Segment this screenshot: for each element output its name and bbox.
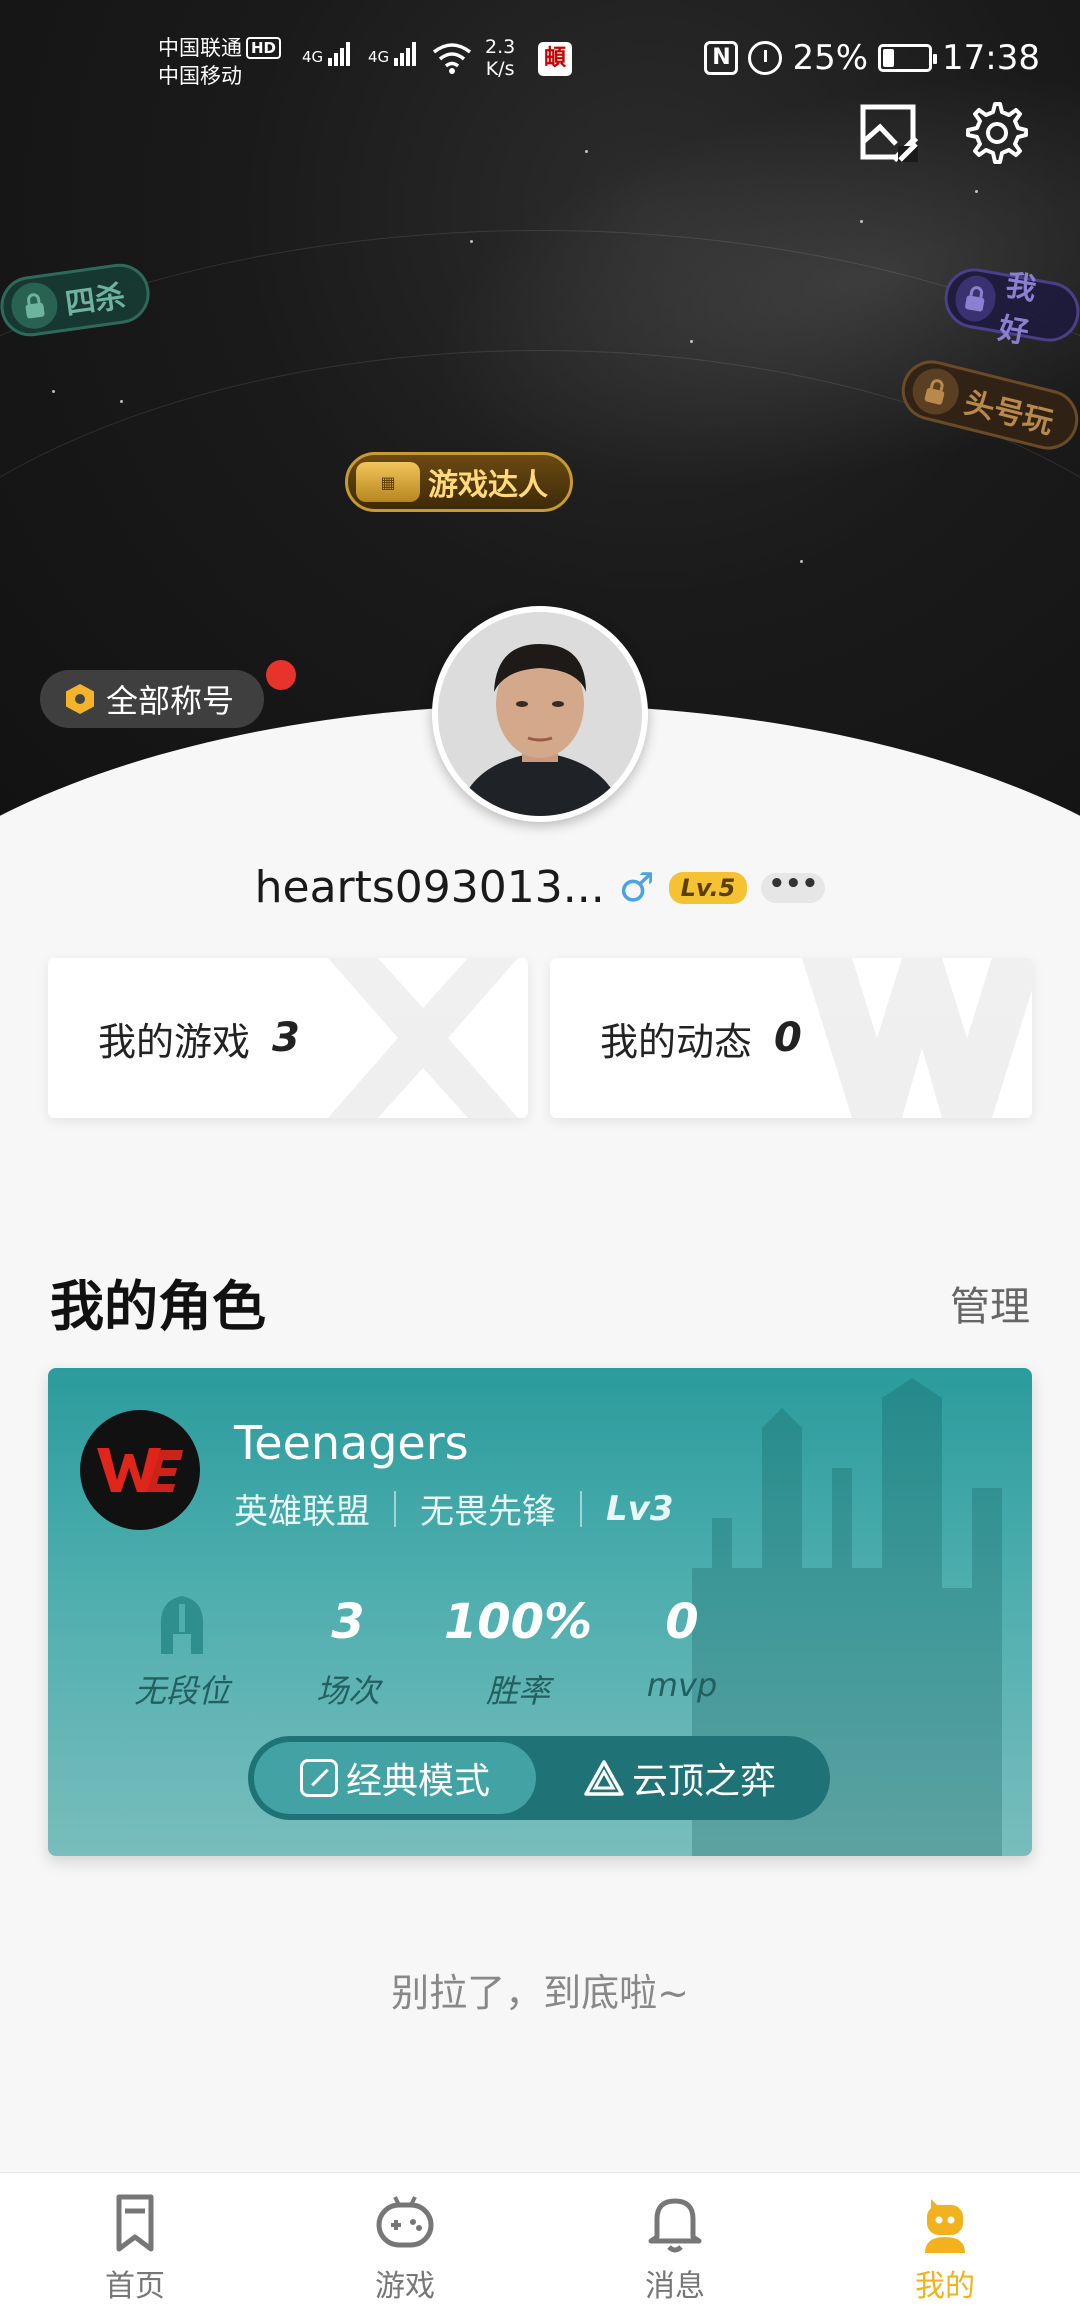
- hexagon-icon: [66, 684, 94, 714]
- male-gender-icon: ♂: [618, 864, 655, 911]
- divider: [580, 1490, 582, 1527]
- signal-icon: 4G: [368, 42, 418, 66]
- lock-icon: [951, 272, 1000, 325]
- badge-label: 游戏达人: [428, 468, 548, 503]
- my-games-label: 我的游戏: [98, 1019, 251, 1064]
- level-badge: Lv.5: [668, 871, 748, 904]
- team-logo: [80, 1410, 200, 1530]
- star: [860, 220, 863, 223]
- username: hearts093013...: [254, 862, 605, 913]
- star: [120, 400, 123, 403]
- tab-home[interactable]: 首页: [0, 2173, 270, 2310]
- w-decoration-icon: [802, 958, 1032, 1118]
- bell-icon: [648, 2198, 702, 2253]
- badge-label: 四杀: [63, 279, 128, 323]
- edit-background-icon[interactable]: [858, 102, 920, 164]
- star: [800, 560, 803, 563]
- signal-icon: 4G: [302, 42, 352, 66]
- star: [470, 240, 473, 243]
- carrier-name: 中国联通: [158, 36, 242, 60]
- tab-label: 首页: [105, 2269, 165, 2304]
- speed-value: 2.3: [485, 36, 516, 58]
- carrier-info: 中国联通 HD 中国移动: [158, 34, 282, 90]
- my-posts-card[interactable]: 我的动态 0: [550, 958, 1032, 1118]
- tab-label: 游戏: [375, 2269, 435, 2304]
- mvp-stat: 0 mvp: [582, 1594, 782, 1704]
- tab-label: 消息: [645, 2269, 705, 2304]
- nfc-icon: N: [704, 41, 739, 75]
- avatar[interactable]: [432, 606, 648, 822]
- classic-mode-tab[interactable]: 经典模式: [254, 1742, 536, 1814]
- star: [690, 340, 693, 343]
- gear-icon[interactable]: [966, 102, 1028, 164]
- classic-mode-icon: [299, 1759, 338, 1797]
- bookmark-icon: [116, 2194, 154, 2252]
- notification-dot: [266, 660, 296, 690]
- role-meta: 英雄联盟 无畏先锋 Lv3: [234, 1484, 674, 1533]
- network-type: 4G: [368, 48, 390, 66]
- lock-icon: [8, 279, 61, 332]
- network-speed: 2.3 K/s: [485, 36, 515, 80]
- gamepad-icon: [376, 2196, 434, 2248]
- role-level: Lv3: [606, 1488, 674, 1529]
- role-name: Teenagers: [234, 1416, 469, 1470]
- badge-label: 头号玩: [960, 385, 1057, 442]
- alarm-icon: [748, 41, 783, 75]
- hd-badge: HD: [246, 37, 282, 59]
- carrier-name: 中国移动: [158, 64, 242, 88]
- manage-button[interactable]: 管理: [950, 1274, 1030, 1332]
- wifi-icon: [432, 42, 472, 78]
- user-info-row: hearts093013... ♂ Lv.5 •••: [0, 862, 1080, 913]
- speed-unit: K/s: [485, 58, 515, 80]
- stat-label: mvp: [646, 1666, 718, 1704]
- tab-messages[interactable]: 消息: [540, 2173, 810, 2310]
- game-name: 英雄联盟: [234, 1492, 370, 1532]
- tft-mode-tab[interactable]: 云顶之弈: [536, 1742, 824, 1814]
- battery-icon: [878, 44, 938, 72]
- mode-label: 经典模式: [345, 1761, 490, 1802]
- battery-fill: [883, 49, 895, 67]
- divider: [394, 1490, 396, 1527]
- my-posts-label: 我的动态: [600, 1019, 753, 1064]
- app-notification-icon: 頔: [538, 42, 572, 76]
- network-type: 4G: [302, 48, 324, 66]
- my-roles-title: 我的角色: [50, 1275, 266, 1338]
- badge-label: 我好: [995, 267, 1039, 351]
- server-name: 无畏先锋: [420, 1492, 556, 1532]
- more-button[interactable]: •••: [761, 871, 826, 903]
- battery-percent: 25%: [792, 38, 869, 78]
- tab-games[interactable]: 游戏: [270, 2173, 540, 2310]
- all-titles-label: 全部称号: [106, 682, 235, 720]
- x-decoration-icon: [328, 958, 518, 1118]
- all-titles-button[interactable]: 全部称号: [40, 670, 265, 728]
- mode-toggle: 经典模式 云顶之弈: [248, 1736, 830, 1820]
- star: [52, 390, 55, 393]
- bottom-tab-bar: 首页 游戏 消息 我的: [0, 2172, 1080, 2310]
- lock-icon: [907, 363, 964, 420]
- my-games-card[interactable]: 我的游戏 3: [48, 958, 528, 1118]
- clock: 17:38: [942, 38, 1040, 78]
- status-bar: 中国联通 HD 中国移动 4G 4G 2.3 K/s 頔 N 25% 17:38: [0, 28, 1080, 98]
- tab-label: 我的: [915, 2269, 975, 2304]
- tft-mode-icon: [584, 1760, 624, 1796]
- stat-value: 0: [665, 1594, 699, 1650]
- end-of-list-text: 别拉了，到底啦~: [391, 1971, 689, 2015]
- title-badge-active[interactable]: ▦ 游戏达人: [345, 452, 573, 512]
- mode-label: 云顶之弈: [631, 1761, 776, 1802]
- star: [975, 190, 978, 193]
- gold-bar-icon: ▦: [356, 462, 420, 502]
- tab-profile[interactable]: 我的: [810, 2173, 1080, 2310]
- system-status: N 25% 17:38: [704, 36, 1040, 80]
- role-card[interactable]: Teenagers 英雄联盟 无畏先锋 Lv3 无段位 3 场次 100% 胜率…: [48, 1368, 1032, 1856]
- profile-icon: [925, 2199, 965, 2253]
- star: [585, 150, 588, 153]
